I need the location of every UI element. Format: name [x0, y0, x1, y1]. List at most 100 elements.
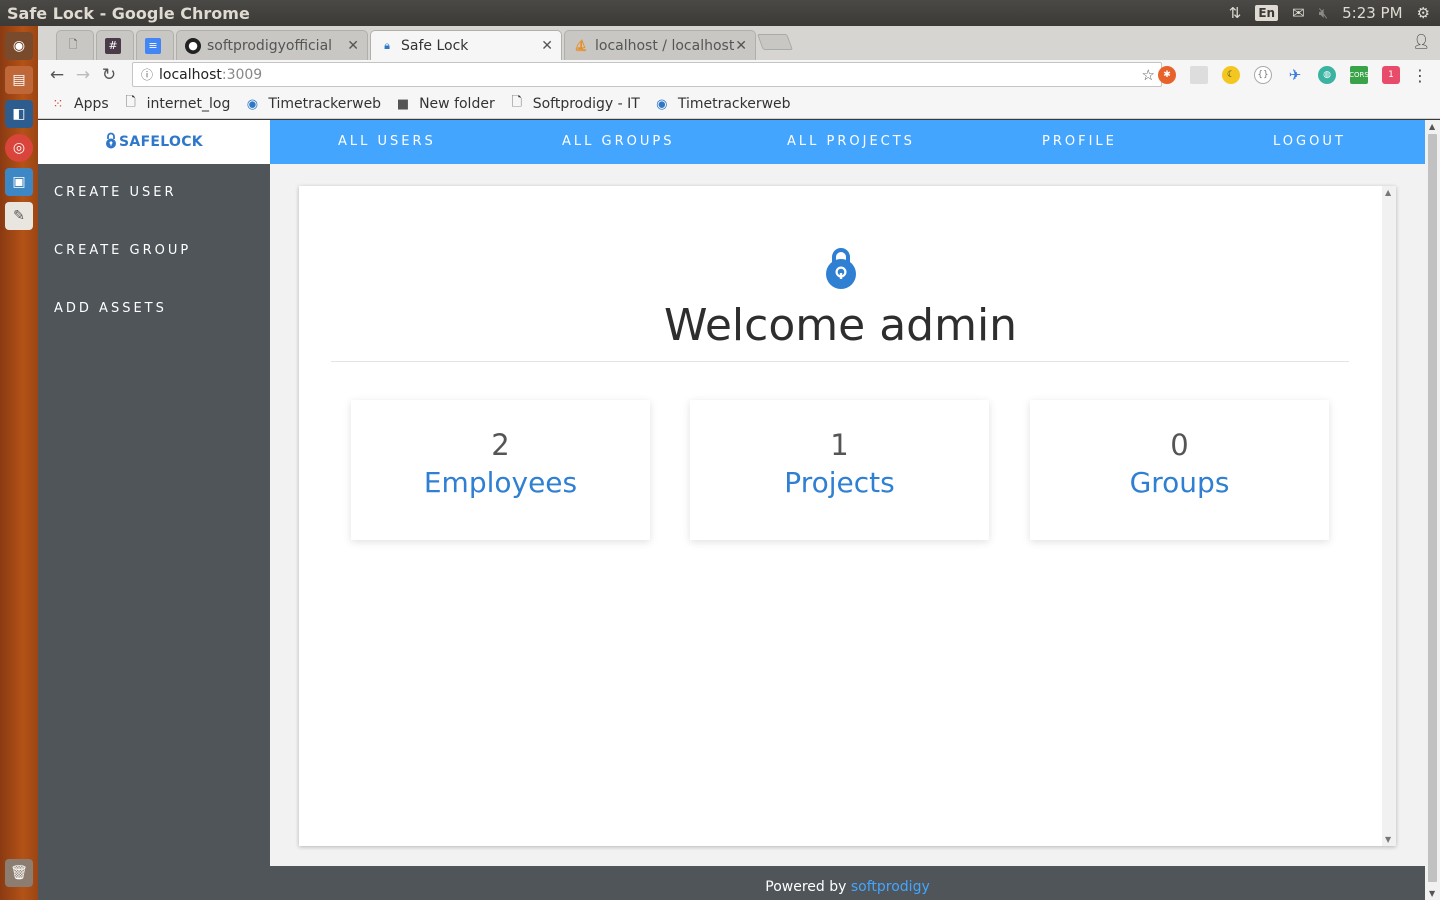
dash-icon[interactable]: ◉ [5, 32, 33, 60]
window-title: Safe Lock - Google Chrome [7, 3, 250, 23]
lock-icon [824, 248, 858, 294]
nav-all-groups[interactable]: ALL GROUPS [562, 134, 674, 149]
panel-scrollbar[interactable]: ▲ ▼ [1382, 186, 1396, 846]
brand-logo[interactable]: SAFELOCK [38, 120, 270, 164]
bookmark-internet-log[interactable]: 🗋 internet_log [123, 93, 231, 115]
text-editor-icon[interactable]: ✎ [5, 202, 33, 230]
close-icon[interactable]: ✕ [347, 38, 359, 54]
folder-icon: ■ [396, 96, 410, 112]
scroll-down-icon[interactable]: ▼ [1385, 835, 1391, 844]
tab-docs[interactable]: ≡ [136, 30, 174, 60]
divider [331, 361, 1349, 362]
nav-logout[interactable]: LOGOUT [1273, 134, 1346, 149]
extension-badge-icon[interactable]: 1 [1382, 66, 1400, 84]
sidebar-item-create-user[interactable]: CREATE USER [38, 164, 270, 222]
bookmark-label: Timetrackerweb [677, 96, 791, 112]
stat-label[interactable]: Employees [351, 466, 650, 499]
tab-phpmyadmin[interactable]: ⛵︎ localhost / localhost ✕ [564, 30, 756, 60]
extension-plane-icon[interactable]: ✈ [1286, 66, 1304, 84]
footer-link[interactable]: softprodigy [851, 879, 930, 895]
new-tab-button[interactable] [757, 34, 793, 50]
document-icon: 🗋 [68, 38, 78, 51]
close-icon[interactable]: ✕ [541, 38, 553, 54]
tab-github[interactable]: ● softprodigyofficial ✕ [176, 30, 368, 60]
stat-card-projects[interactable]: 1 Projects [690, 400, 989, 540]
chrome-icon[interactable]: ◎ [5, 134, 33, 162]
photo-app-icon[interactable]: ◧ [5, 100, 33, 128]
browser-toolbar: ← → ↻ ⓘ localhost :3009 ☆ ✱ ☾ {} ✈ ◍ COR… [38, 60, 1440, 90]
back-icon[interactable]: ← [44, 65, 70, 85]
bookmark-label: New folder [419, 96, 495, 112]
page-footer: Powered by softprodigy [270, 866, 1425, 900]
scroll-up-icon[interactable]: ▲ [1385, 188, 1391, 197]
tab-safe-lock[interactable]: 🔒︎ Safe Lock ✕ [370, 30, 562, 60]
volume-icon[interactable]: 🔇︎ [1319, 4, 1328, 22]
close-icon[interactable]: ✕ [735, 38, 747, 54]
more-menu-icon[interactable]: ⋮ [1412, 66, 1428, 85]
sidebar-item-create-group[interactable]: CREATE GROUP [38, 222, 270, 280]
sidebar-menu: CREATE USER CREATE GROUP ADD ASSETS [38, 164, 270, 338]
system-tray: ⇅ En ✉ 🔇︎ 5:23 PM ⚙ [1229, 4, 1440, 22]
lock-icon: 🔒︎ [384, 38, 390, 52]
address-bar[interactable]: ⓘ localhost :3009 ☆ [132, 62, 1162, 87]
bookmark-timetracker-2[interactable]: ◉ Timetrackerweb [654, 96, 791, 112]
nav-profile[interactable]: PROFILE [1042, 134, 1117, 149]
bookmark-apps[interactable]: ⁙ Apps [50, 96, 109, 112]
bookmarks-bar: ⁙ Apps 🗋 internet_log ◉ Timetrackerweb ■… [38, 90, 1440, 119]
extension-moon-icon[interactable]: ☾ [1222, 66, 1240, 84]
bookmark-new-folder[interactable]: ■ New folder [395, 96, 495, 112]
phpmyadmin-icon: ⛵︎ [574, 39, 588, 52]
reload-icon[interactable]: ↻ [96, 65, 122, 85]
timetracker-icon: ◉ [246, 96, 259, 112]
url-host: localhost [159, 66, 222, 83]
mail-icon[interactable]: ✉ [1292, 4, 1305, 22]
dashboard-panel: Welcome admin 2 Employees 1 Projects 0 G… [299, 186, 1396, 846]
stat-card-employees[interactable]: 2 Employees [351, 400, 650, 540]
extension-globe-icon[interactable]: ◍ [1318, 66, 1336, 84]
scroll-up-icon[interactable]: ▲ [1429, 122, 1435, 131]
keyboard-indicator[interactable]: En [1255, 5, 1279, 21]
page-scrollbar[interactable]: ▲ ▼ [1425, 120, 1440, 900]
extension-grid-icon[interactable] [1190, 66, 1208, 84]
stat-label[interactable]: Projects [690, 466, 989, 499]
document-icon: 🗋 [511, 95, 522, 110]
docs-icon: ≡ [145, 37, 161, 54]
profile-icon[interactable]: 👤︎ [1412, 34, 1430, 50]
stat-label[interactable]: Groups [1030, 466, 1329, 499]
github-icon: ● [185, 37, 201, 54]
extension-code-icon[interactable]: {} [1254, 66, 1272, 84]
stat-count: 0 [1170, 428, 1189, 462]
document-icon: 🗋 [125, 95, 136, 110]
scrollbar-thumb[interactable] [1428, 134, 1437, 882]
nav-all-users[interactable]: ALL USERS [338, 134, 436, 149]
clock[interactable]: 5:23 PM [1342, 4, 1402, 22]
gear-icon[interactable]: ⚙ [1417, 4, 1430, 22]
document-viewer-icon[interactable]: ▣ [5, 168, 33, 196]
network-icon[interactable]: ⇅ [1229, 4, 1242, 22]
trash-icon[interactable]: 🗑︎ [5, 859, 33, 887]
bookmark-softprodigy[interactable]: 🗋 Softprodigy - IT [509, 93, 639, 115]
info-icon[interactable]: ⓘ [141, 66, 153, 83]
system-top-panel: Safe Lock - Google Chrome ⇅ En ✉ 🔇︎ 5:23… [0, 0, 1440, 26]
unity-launcher: ◉ ▤ ◧ ◎ ▣ ✎ 🗑︎ [0, 26, 38, 900]
browser-tab-strip: 🗋 # ≡ ● softprodigyofficial ✕ 🔒︎ Safe Lo… [38, 26, 1440, 60]
apps-grid-icon: ⁙ [52, 96, 64, 112]
extension-orange-icon[interactable]: ✱ [1158, 66, 1176, 84]
bookmark-timetracker-1[interactable]: ◉ Timetrackerweb [244, 96, 381, 112]
scroll-down-icon[interactable]: ▼ [1429, 889, 1435, 898]
nav-all-projects[interactable]: ALL PROJECTS [787, 134, 915, 149]
forward-icon[interactable]: → [70, 65, 96, 85]
lock-icon [105, 132, 117, 153]
extension-cors-icon[interactable]: CORS [1349, 66, 1369, 84]
slack-icon: # [105, 37, 121, 54]
tab-slack[interactable]: # [96, 30, 134, 60]
stat-count: 1 [830, 428, 849, 462]
extensions-area: ✱ ☾ {} ✈ ◍ CORS 1 [1158, 66, 1400, 84]
sidebar-item-add-assets[interactable]: ADD ASSETS [38, 280, 270, 338]
bookmark-star-icon[interactable]: ☆ [1142, 66, 1155, 84]
files-icon[interactable]: ▤ [5, 66, 33, 94]
tab-blank[interactable]: 🗋 [56, 30, 94, 60]
stat-card-groups[interactable]: 0 Groups [1030, 400, 1329, 540]
timetracker-icon: ◉ [656, 96, 668, 112]
bookmark-label: internet_log [146, 96, 231, 112]
